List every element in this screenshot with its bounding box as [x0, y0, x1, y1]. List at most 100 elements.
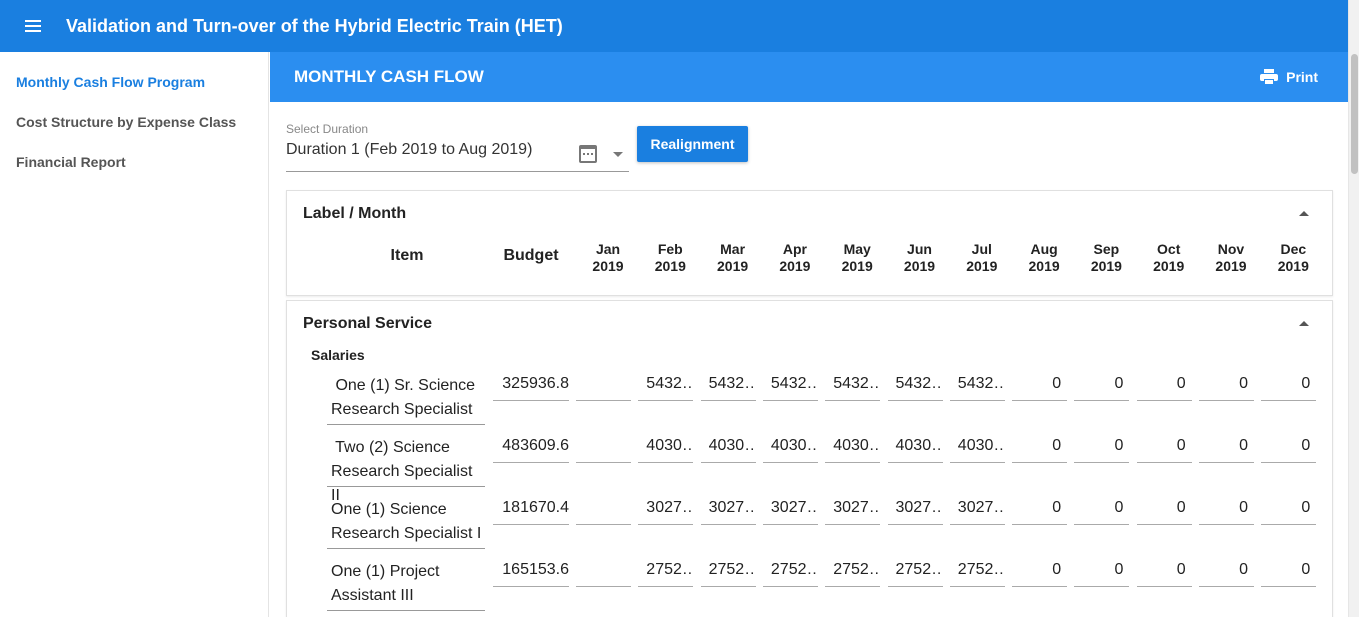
month-amount-input[interactable]: 0: [1199, 491, 1254, 525]
column-header-month: Jul 2019: [953, 241, 1011, 275]
month-amount-input[interactable]: 2752…: [887, 553, 943, 587]
month-name: Nov: [1217, 241, 1245, 257]
month-name: Apr: [782, 241, 807, 257]
app-bar: Validation and Turn-over of the Hybrid E…: [0, 0, 1348, 52]
collapse-chevron-icon[interactable]: [1299, 211, 1309, 216]
month-amount-input[interactable]: [576, 491, 631, 525]
month-amount-input[interactable]: 0: [1261, 429, 1317, 463]
month-amount-input[interactable]: 0: [1136, 553, 1192, 587]
column-header-month: May 2019: [828, 241, 886, 275]
menu-button[interactable]: [0, 0, 66, 52]
sidebar-item-financial-report[interactable]: Financial Report: [0, 142, 268, 182]
month-amount-input[interactable]: 3027…: [887, 491, 943, 525]
month-amount-input[interactable]: 0: [1261, 367, 1317, 401]
month-year: 2019: [1277, 258, 1309, 274]
month-amount-input[interactable]: 0: [1199, 553, 1254, 587]
month-amount-input[interactable]: 5432…: [638, 367, 694, 401]
month-amount-input[interactable]: 5432…: [887, 367, 943, 401]
table-row: Two (2) Science Research Specialist II 483…: [327, 429, 1327, 504]
budget-input[interactable]: 165153.6: [493, 553, 569, 587]
sidebar-item-monthly-cash-flow[interactable]: Monthly Cash Flow Program: [0, 62, 268, 102]
sidebar: Monthly Cash Flow Program Cost Structure…: [0, 52, 269, 617]
budget-input[interactable]: 483609.6: [493, 429, 569, 463]
month-amount-input[interactable]: 0: [1074, 553, 1130, 587]
month-amount-input[interactable]: 0: [1012, 429, 1068, 463]
personal-service-card: Personal Service Salaries One (1) Sr. Sc…: [286, 300, 1333, 617]
month-year: 2019: [1215, 258, 1247, 274]
month-amount-input[interactable]: 0: [1012, 367, 1068, 401]
print-button[interactable]: Print: [1260, 69, 1318, 85]
column-header-month: Dec 2019: [1264, 241, 1322, 275]
month-amount-input[interactable]: 2752…: [762, 553, 818, 587]
month-amount-input[interactable]: 0: [1012, 491, 1068, 525]
app-title: Validation and Turn-over of the Hybrid E…: [66, 15, 563, 36]
month-name: Jun: [907, 241, 932, 257]
month-amount-input[interactable]: 2752…: [825, 553, 881, 587]
month-amount-input[interactable]: 0: [1261, 491, 1317, 525]
month-amount-input[interactable]: 0: [1074, 367, 1130, 401]
month-amount-input[interactable]: 4030…: [887, 429, 943, 463]
column-header-month: Apr 2019: [766, 241, 824, 275]
column-header-month: Sep 2019: [1077, 241, 1135, 275]
month-amount-input[interactable]: 0: [1136, 367, 1192, 401]
month-year: 2019: [1090, 258, 1122, 274]
table-header-card: Label / Month Item Budget Jan 2019 Feb 2019…: [286, 190, 1333, 296]
month-amount-input[interactable]: [576, 553, 631, 587]
month-amount-input[interactable]: 5432…: [949, 367, 1005, 401]
month-amount-input[interactable]: 3027…: [762, 491, 818, 525]
column-header-month: Oct 2019: [1140, 241, 1198, 275]
month-amount-input[interactable]: [576, 429, 631, 463]
month-amount-input[interactable]: 3027…: [949, 491, 1005, 525]
dropdown-arrow-icon[interactable]: [613, 152, 623, 157]
item-name: One (1) Project Assistant III: [327, 553, 485, 611]
column-header-month: Aug 2019: [1015, 241, 1073, 275]
collapse-chevron-icon[interactable]: [1299, 321, 1309, 326]
month-amount-input[interactable]: 3027…: [700, 491, 756, 525]
item-name: One (1) Science Research Specialist I: [327, 491, 485, 549]
calendar-icon[interactable]: [579, 145, 597, 163]
month-amount-input[interactable]: 2752…: [700, 553, 756, 587]
month-amount-input[interactable]: 2752…: [638, 553, 694, 587]
month-year: 2019: [1028, 258, 1060, 274]
month-amount-input[interactable]: 0: [1261, 553, 1317, 587]
scrollbar[interactable]: [1348, 0, 1359, 617]
budget-input[interactable]: 325936.8: [493, 367, 569, 401]
item-name-line: Two (2) Science: [331, 439, 450, 456]
duration-value: Duration 1 (Feb 2019 to Aug 2019): [286, 141, 533, 158]
column-header-item: Item: [390, 247, 424, 264]
month-amount-input[interactable]: 2752…: [949, 553, 1005, 587]
month-amount-input[interactable]: 3027…: [638, 491, 694, 525]
column-header-month: Mar 2019: [704, 241, 762, 275]
month-amount-input[interactable]: 5432…: [762, 367, 818, 401]
month-amount-input[interactable]: 0: [1199, 367, 1254, 401]
month-amount-input[interactable]: 0: [1074, 429, 1130, 463]
column-header-month: Feb 2019: [641, 241, 699, 275]
month-amount-input[interactable]: 4030…: [762, 429, 818, 463]
table-row: One (1) Project Assistant III 165153.6 2752…: [327, 553, 1327, 615]
month-amount-input[interactable]: 4030…: [825, 429, 881, 463]
month-amount-input[interactable]: 0: [1136, 491, 1192, 525]
month-year: 2019: [717, 258, 749, 274]
sidebar-item-cost-structure[interactable]: Cost Structure by Expense Class: [0, 102, 268, 142]
month-amount-input[interactable]: 0: [1012, 553, 1068, 587]
month-amount-input[interactable]: 0: [1199, 429, 1254, 463]
month-amount-input[interactable]: 0: [1136, 429, 1192, 463]
label-month-title: Label / Month: [303, 205, 407, 222]
duration-select[interactable]: Select Duration Duration 1 (Feb 2019 to …: [286, 122, 629, 172]
month-amount-input[interactable]: 4030…: [700, 429, 756, 463]
realignment-button[interactable]: Realignment: [637, 126, 748, 162]
month-amount-input[interactable]: 4030…: [949, 429, 1005, 463]
month-year: 2019: [1153, 258, 1185, 274]
month-amount-input[interactable]: [576, 367, 631, 401]
month-year: 2019: [779, 258, 811, 274]
month-amount-input[interactable]: 3027…: [825, 491, 881, 525]
group-label: Salaries: [311, 347, 365, 363]
page-title: MONTHLY CASH FLOW: [294, 67, 484, 86]
month-amount-input[interactable]: 4030…: [638, 429, 694, 463]
month-name: Dec: [1280, 241, 1307, 257]
month-amount-input[interactable]: 5432…: [825, 367, 881, 401]
scrollbar-thumb[interactable]: [1351, 54, 1358, 174]
month-amount-input[interactable]: 5432…: [700, 367, 756, 401]
month-amount-input[interactable]: 0: [1074, 491, 1130, 525]
budget-input[interactable]: 181670.4: [493, 491, 569, 525]
